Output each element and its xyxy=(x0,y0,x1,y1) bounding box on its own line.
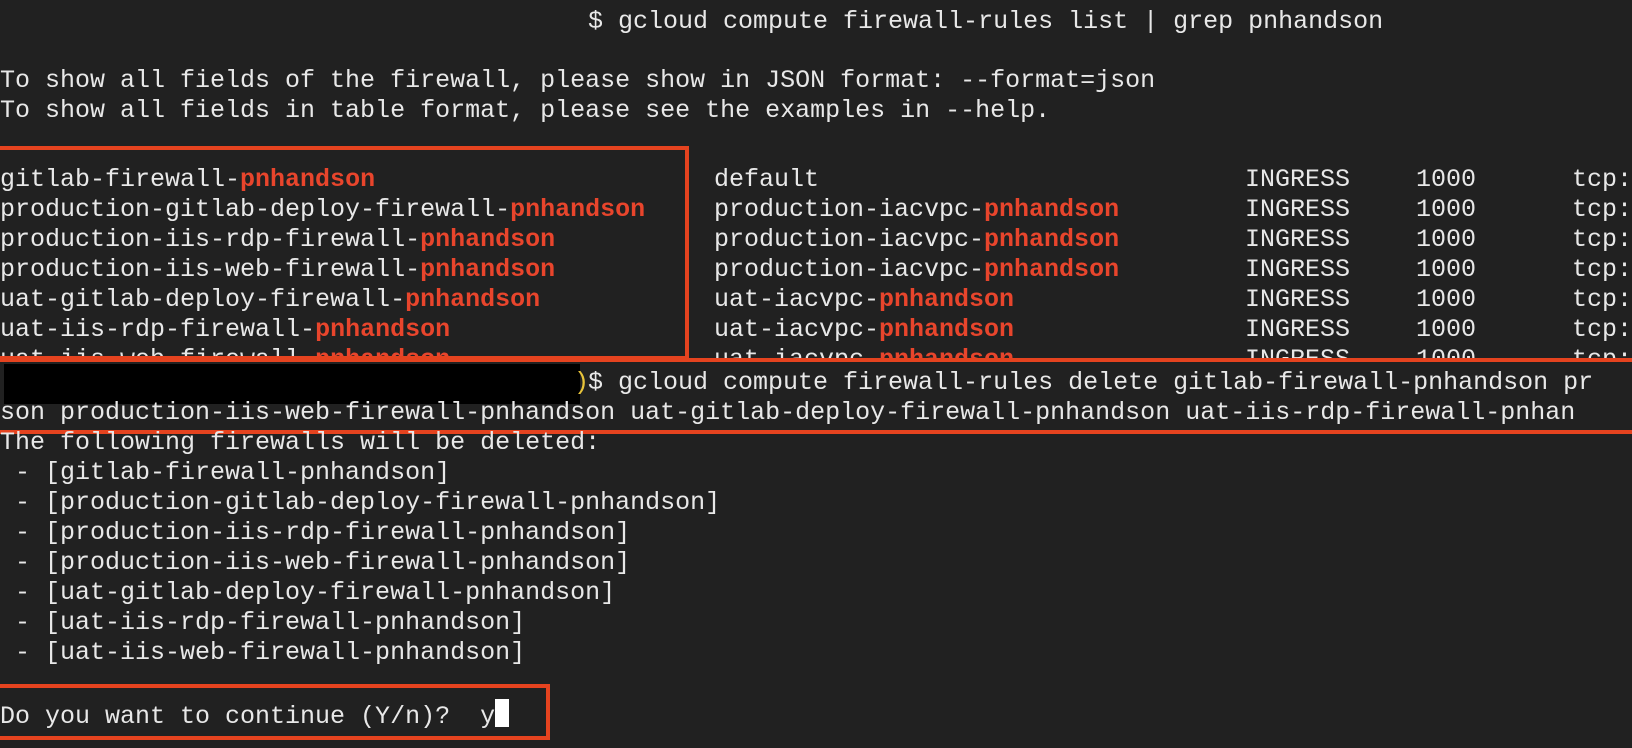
list-command: $ gcloud compute firewall-rules list | g… xyxy=(588,7,1384,36)
firewall-network: uat-iacvpc-pnhandson xyxy=(714,345,1014,358)
firewall-network-suffix: pnhandson xyxy=(984,195,1120,224)
firewall-network-suffix: pnhandson xyxy=(879,285,1015,314)
delete-list-item: - [production-iis-web-firewall-pnhandson… xyxy=(0,548,631,577)
firewall-direction: INGRESS xyxy=(1245,165,1351,194)
firewall-network-suffix: pnhandson xyxy=(879,315,1015,344)
delete-list-item: - [uat-iis-web-firewall-pnhandson] xyxy=(0,638,526,667)
firewall-network-suffix: pnhandson xyxy=(879,345,1014,358)
firewall-direction: INGRESS xyxy=(1245,285,1351,314)
firewall-network: production-iacvpc-pnhandson xyxy=(714,225,1119,255)
firewall-network-prefix: production-iacvpc- xyxy=(714,195,985,224)
firewall-priority: 1000 xyxy=(1416,255,1477,284)
firewall-priority: 1000 xyxy=(1416,195,1477,224)
firewall-network-suffix: pnhandson xyxy=(984,255,1120,284)
delete-list-item: - [uat-iis-rdp-firewall-pnhandson] xyxy=(0,608,526,637)
firewall-direction: INGRESS xyxy=(1245,345,1350,358)
info-line-json: To show all fields of the firewall, plea… xyxy=(0,66,1156,95)
firewall-network: production-iacvpc-pnhandson xyxy=(714,255,1119,285)
firewall-allow: tcp: xyxy=(1572,165,1632,194)
firewall-allow: tcp: xyxy=(1572,255,1632,284)
delete-list-item: - [production-iis-rdp-firewall-pnhandson… xyxy=(0,518,631,547)
confirm-highlight-box xyxy=(0,684,550,740)
firewall-priority: 1000 xyxy=(1416,165,1477,194)
firewall-priority: 1000 xyxy=(1416,225,1477,254)
firewall-allow: tcp: xyxy=(1572,285,1632,314)
firewall-priority: 1000 xyxy=(1416,285,1477,314)
firewall-network: default xyxy=(714,165,819,195)
firewall-network-prefix: uat-iacvpc- xyxy=(714,345,879,358)
firewall-priority: 1000 xyxy=(1416,345,1476,358)
firewall-allow: tcp: xyxy=(1572,195,1632,224)
firewall-network-prefix: uat-iacvpc- xyxy=(714,285,880,314)
firewall-allow: tcp: xyxy=(1572,225,1632,254)
firewall-direction: INGRESS xyxy=(1245,255,1351,284)
firewall-network-suffix: pnhandson xyxy=(984,225,1120,254)
firewall-network-prefix: uat-iacvpc- xyxy=(714,315,880,344)
firewall-network-prefix: default xyxy=(714,165,820,194)
delete-list-item: - [gitlab-firewall-pnhandson] xyxy=(0,458,451,487)
firewall-network: uat-iacvpc-pnhandson xyxy=(714,315,1014,345)
firewall-direction: INGRESS xyxy=(1245,225,1351,254)
delete-header: The following firewalls will be deleted: xyxy=(0,428,601,457)
delete-list-item: - [production-gitlab-deploy-firewall-pnh… xyxy=(0,488,721,517)
firewall-allow: tcp: xyxy=(1572,345,1632,358)
firewall-direction: INGRESS xyxy=(1245,195,1351,224)
firewall-network: uat-iacvpc-pnhandson xyxy=(714,285,1014,315)
info-line-help: To show all fields in table format, plea… xyxy=(0,96,1051,125)
firewall-network-prefix: production-iacvpc- xyxy=(714,225,985,254)
firewall-allow: tcp: xyxy=(1572,315,1632,344)
names-highlight-box xyxy=(0,146,689,360)
firewall-network-prefix: production-iacvpc- xyxy=(714,255,985,284)
firewall-priority: 1000 xyxy=(1416,315,1477,344)
delete-command-highlight-box xyxy=(0,358,1632,434)
firewall-network: production-iacvpc-pnhandson xyxy=(714,195,1119,225)
delete-list-item: - [uat-gitlab-deploy-firewall-pnhandson] xyxy=(0,578,616,607)
firewall-direction: INGRESS xyxy=(1245,315,1351,344)
